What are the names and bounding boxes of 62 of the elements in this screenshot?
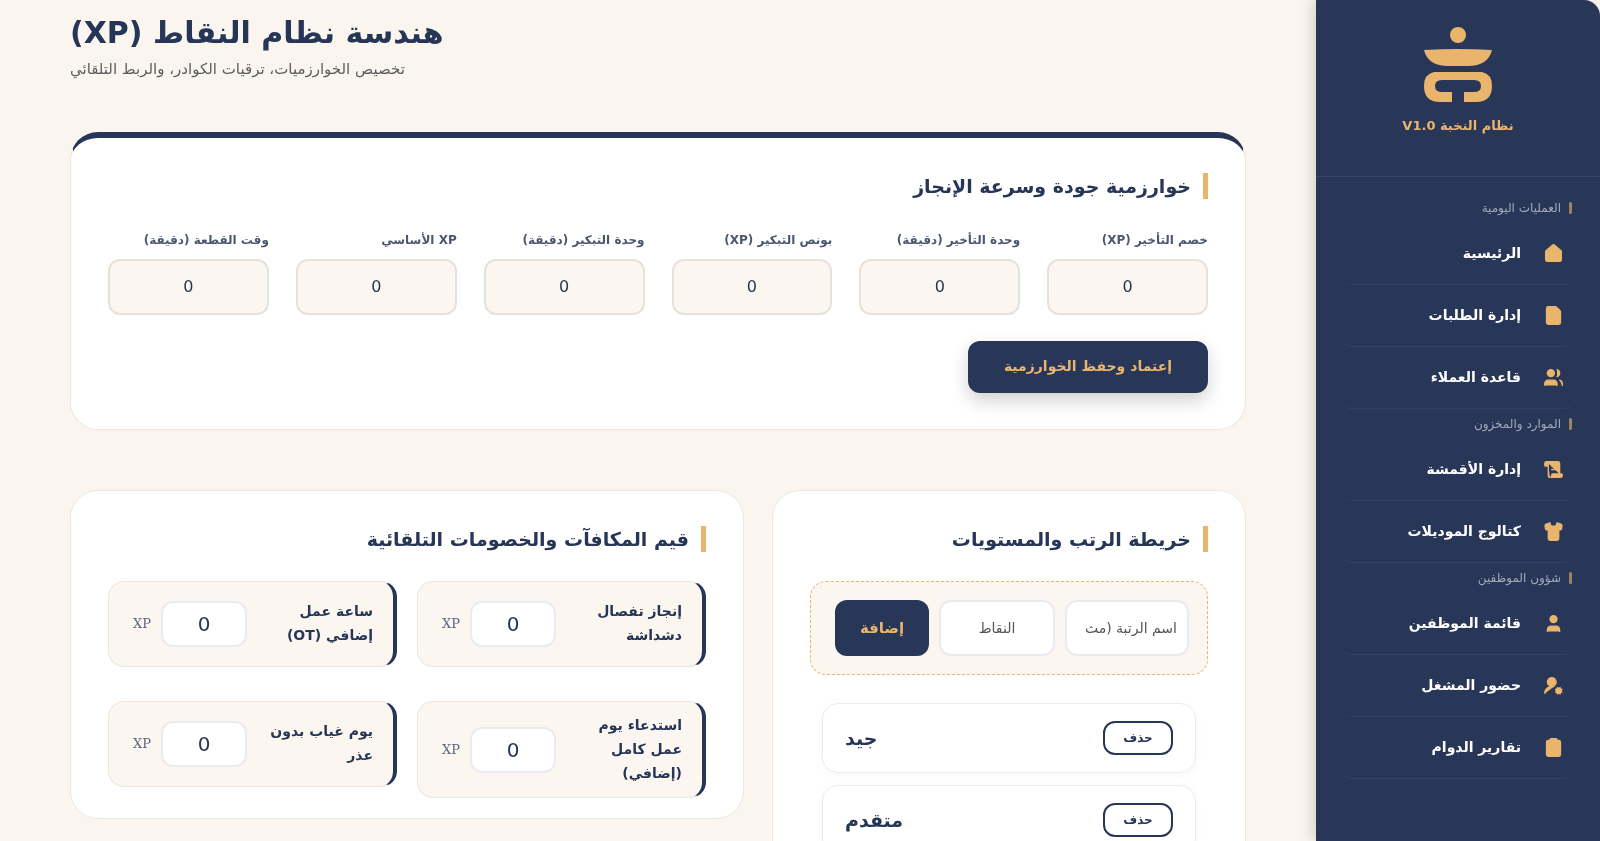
users-icon: [1543, 366, 1564, 388]
xp-unit: XP: [133, 735, 151, 754]
xp-field[interactable]: 0: [470, 726, 556, 773]
number-field[interactable]: 0: [859, 258, 1021, 315]
number-field[interactable]: 0: [1047, 258, 1208, 315]
section-marker: [1569, 201, 1572, 214]
section-title: العمليات اليومية: [1481, 199, 1561, 217]
card-title: قيم المكافآت والخصومات التلقائية: [366, 526, 689, 553]
card-title: خوارزمية جودة وسرعة الإنجاز: [913, 174, 1191, 200]
save-algorithm-button[interactable]: إعتماد وحفظ الخوارزمية: [968, 340, 1208, 393]
xp-field[interactable]: 0: [161, 601, 247, 647]
section-title: شؤون الموظفين: [1477, 569, 1561, 587]
section-marker: [1569, 571, 1572, 584]
reward-label: ساعة عمل إضافي (OT): [285, 602, 373, 645]
user-gear-icon: [1543, 674, 1564, 696]
nav-item[interactable]: قاعدة العملاء: [1340, 346, 1576, 409]
rank-name: جيد: [845, 725, 878, 751]
number-field[interactable]: 0: [671, 258, 833, 315]
document-icon: [1543, 304, 1564, 326]
home-icon: [1543, 242, 1564, 264]
section-title: الموارد والمخزون: [1473, 415, 1561, 433]
field-label: بونص التبكير (XP): [723, 231, 833, 249]
scroll-icon: [1543, 458, 1564, 480]
field-label: وقت القطعة (دقيقة): [142, 231, 269, 249]
xp-unit: XP: [442, 615, 460, 634]
xp-field[interactable]: 0: [161, 721, 247, 767]
field-label: خصم التأخير (XP): [1100, 231, 1208, 249]
rank-name-field[interactable]: اسم الرتبة (مث: [1065, 600, 1189, 656]
number-field[interactable]: 0: [108, 258, 269, 315]
xp-unit: XP: [442, 740, 460, 759]
rank-name: متقدم: [845, 807, 904, 834]
nav-item[interactable]: كتالوج الموديلات: [1340, 500, 1576, 563]
reward-label: يوم غياب بدون عذر: [269, 722, 373, 765]
accent-bar: [1203, 525, 1208, 552]
page-title: هندسة نظام النقاط (XP): [70, 14, 444, 52]
field-label: وحدة التأخير (دقيقة): [895, 231, 1021, 249]
accent-bar: [701, 525, 706, 552]
delete-button[interactable]: حذف: [1103, 721, 1173, 755]
accent-bar: [1203, 173, 1208, 200]
card-title: خريطة الرتب والمستويات: [951, 526, 1191, 553]
points-field[interactable]: النقاط: [939, 600, 1055, 656]
shirt-icon: [1543, 520, 1564, 542]
page-subtitle: تخصيص الخوارزميات، ترقيات الكوادر، والربط التلقائي: [70, 58, 405, 80]
number-field[interactable]: 0: [295, 258, 457, 315]
add-rank-button[interactable]: إضافة: [835, 600, 929, 656]
xp-unit: XP: [133, 615, 151, 634]
nav-item[interactable]: حضور المشغل: [1340, 654, 1576, 717]
nav-item[interactable]: قائمة الموظفين: [1340, 592, 1576, 655]
field-label: XP الأساسي: [380, 231, 457, 249]
reward-label: إنجاز تفصال دشداشة: [596, 602, 682, 645]
nav-item[interactable]: إدارة الطلبات: [1340, 284, 1576, 347]
brand-name: نظام النخبة V1.0: [1402, 117, 1514, 136]
logo-icon: [1422, 26, 1494, 104]
section-marker: [1569, 417, 1572, 430]
reward-label: استدعاء يوم عمل كامل (إضافي): [597, 716, 682, 783]
field-label: وحدة التبكير (دقيقة): [521, 231, 645, 249]
delete-button[interactable]: حذف: [1103, 803, 1173, 837]
nav-item[interactable]: الرئيسية: [1340, 222, 1576, 285]
xp-field[interactable]: 0: [470, 601, 556, 647]
nav-item[interactable]: إدارة الأقمشة: [1340, 438, 1576, 501]
nav-item[interactable]: تقارير الدوام: [1340, 716, 1576, 779]
number-field[interactable]: 0: [483, 258, 645, 315]
